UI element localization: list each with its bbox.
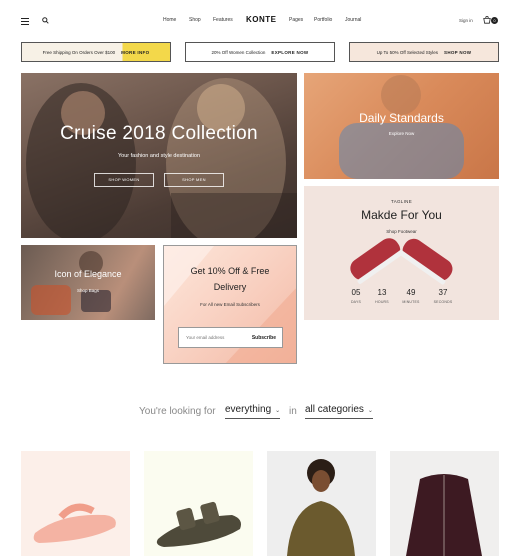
- site-header: Home Shop Features KONTE Pages Portfolio…: [0, 0, 520, 42]
- explore-now-link[interactable]: Explore Now: [304, 131, 499, 136]
- countdown-label: SECONDS: [433, 300, 453, 304]
- hero-title: Cruise 2018 Collection: [60, 123, 258, 144]
- filter-category-value: all categories: [305, 404, 364, 415]
- countdown-minutes: 49 MINUTES: [399, 288, 423, 304]
- countdown-seconds: 37 SECONDS: [431, 288, 455, 304]
- promo-bar-women[interactable]: 20% Off Women Collection EXPLORE NOW: [185, 42, 335, 62]
- hero-banner[interactable]: Cruise 2018 Collection Your fashion and …: [21, 73, 297, 238]
- bags-photo: [31, 251, 111, 315]
- product-card[interactable]: [144, 451, 253, 556]
- daily-standards-banner[interactable]: Daily Standards Explore Now: [304, 73, 499, 179]
- bags-banner[interactable]: Icon of Elegance Shop Bags: [21, 245, 155, 320]
- chevron-down-icon: ⌄: [275, 408, 281, 414]
- promo-cta[interactable]: MORE INFO: [121, 50, 149, 55]
- filter-prefix: You're looking for: [139, 406, 216, 417]
- product-card[interactable]: [267, 451, 376, 556]
- product-image-blouse: [287, 459, 355, 556]
- nav-journal[interactable]: Journal: [345, 17, 361, 23]
- countdown-label: HOURS: [375, 300, 389, 304]
- promo-text: Free Shipping On Orders Over $100: [42, 49, 116, 55]
- site-logo[interactable]: KONTE: [246, 15, 277, 24]
- countdown-value: 49: [406, 288, 416, 297]
- shop-men-button[interactable]: SHOP MEN: [164, 173, 224, 187]
- nav-home[interactable]: Home: [163, 17, 176, 23]
- countdown-label: DAYS: [350, 300, 362, 304]
- cart-count-badge: 0: [491, 17, 498, 24]
- countdown-value: 05: [351, 288, 361, 297]
- countdown-label: MINUTES: [402, 300, 420, 304]
- nav-shop[interactable]: Shop: [189, 17, 201, 23]
- chevron-down-icon: ⌄: [367, 408, 373, 414]
- subscribe-button[interactable]: Subscribe: [252, 335, 276, 341]
- filter-category-select[interactable]: all categories ⌄: [305, 404, 373, 419]
- offer-subtitle: For All new Email Subscribers: [200, 302, 260, 307]
- shop-women-button[interactable]: SHOP WOMEN: [94, 173, 154, 187]
- filter-type-select[interactable]: everything ⌄: [225, 404, 281, 419]
- daily-title: Daily Standards: [359, 111, 444, 125]
- cart-icon[interactable]: [483, 16, 491, 24]
- promo-text: 20% Off Women Collection: [211, 49, 266, 55]
- countdown-value: 37: [438, 288, 448, 297]
- product-image-sandal: [33, 503, 116, 543]
- shop-bags-link[interactable]: Shop Bags: [21, 288, 155, 293]
- promo-text: Up To 50% Off Selected Styles: [376, 49, 439, 55]
- nav-portfolio[interactable]: Portfolio: [314, 17, 332, 23]
- product-filter: You're looking for everything ⌄ in all ca…: [0, 404, 520, 422]
- product-card[interactable]: [21, 451, 130, 556]
- newsletter-offer: Get 10% Off & Free Delivery For All new …: [163, 245, 297, 364]
- email-input[interactable]: [186, 335, 246, 340]
- search-icon[interactable]: [42, 17, 49, 24]
- promo-cta[interactable]: EXPLORE NOW: [271, 50, 308, 55]
- promo-bar-shipping[interactable]: Free Shipping On Orders Over $100 MORE I…: [21, 42, 171, 62]
- countdown-days: 05 DAYS: [344, 288, 368, 304]
- offer-title: Get 10% Off & Free Delivery: [190, 266, 270, 292]
- product-image-jacket: [406, 474, 482, 556]
- menu-icon[interactable]: [21, 18, 29, 25]
- nav-pages[interactable]: Pages: [289, 17, 303, 23]
- product-card[interactable]: [390, 451, 499, 556]
- countdown-hours: 13 HOURS: [370, 288, 394, 304]
- promo-bar-sale[interactable]: Up To 50% Off Selected Styles SHOP NOW: [349, 42, 499, 62]
- elegance-title: Icon of Elegance: [54, 269, 122, 279]
- countdown-value: 13: [377, 288, 387, 297]
- footwear-banner[interactable]: TAGLINE Makde For You Shop Footwear 05 D…: [304, 186, 499, 320]
- signin-link[interactable]: Sign in: [459, 18, 473, 23]
- filter-type-value: everything: [225, 404, 272, 415]
- hero-subtitle: Your fashion and style destination: [117, 153, 201, 159]
- email-subscribe-form: Subscribe: [178, 327, 283, 348]
- daily-photo: [339, 75, 464, 179]
- nav-features[interactable]: Features: [213, 17, 233, 23]
- promo-cta[interactable]: SHOP NOW: [444, 50, 471, 55]
- filter-connector: in: [289, 406, 297, 417]
- product-image-slide: [156, 501, 241, 547]
